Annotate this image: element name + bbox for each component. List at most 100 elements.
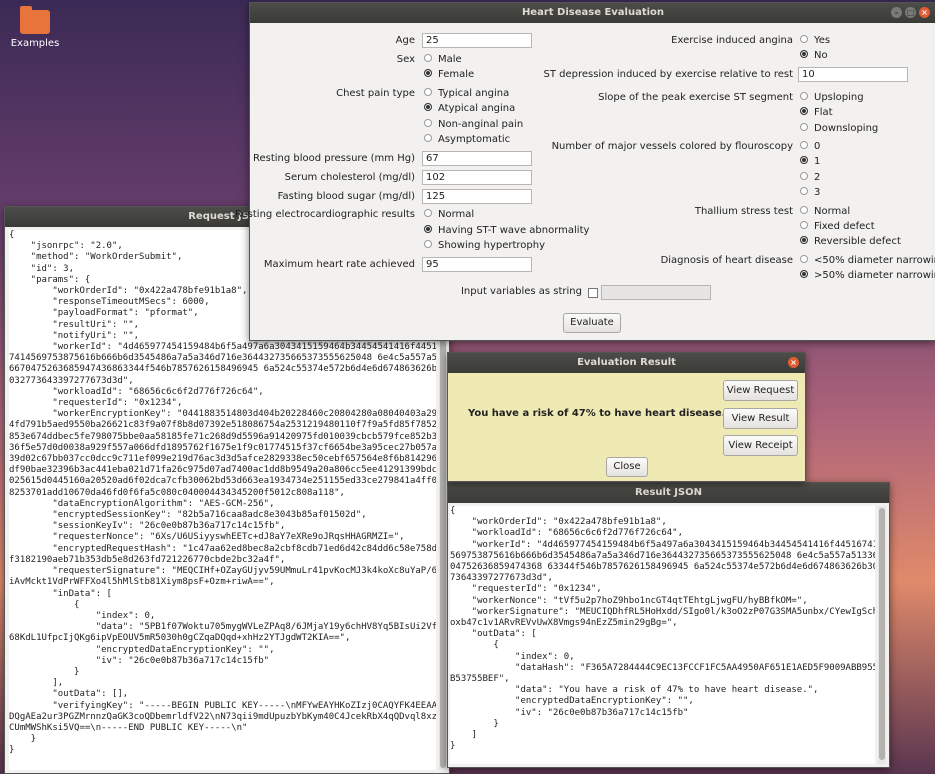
- risk-message: You have a risk of 47% to have heart dis…: [468, 408, 726, 419]
- radio-icon: [424, 88, 432, 96]
- view-result-button[interactable]: View Result: [723, 408, 798, 429]
- slope-flat-radio[interactable]: Flat: [800, 107, 833, 118]
- radio-icon: [800, 35, 808, 43]
- radio-icon: [800, 172, 808, 180]
- sex-label: Sex: [396, 54, 415, 65]
- thal-reversible-label: Reversible defect: [814, 236, 901, 247]
- ecg-normal-radio[interactable]: Normal: [424, 209, 474, 220]
- vessels-0-label: 0: [814, 141, 821, 152]
- ecg-stt-radio[interactable]: Having ST-T wave abnormality: [424, 225, 589, 236]
- minimize-icon[interactable]: –: [891, 7, 902, 18]
- sex-male-radio[interactable]: Male: [424, 54, 462, 65]
- close-icon[interactable]: ×: [919, 7, 930, 18]
- radio-icon: [424, 240, 432, 248]
- main-titlebar[interactable]: Heart Disease Evaluation – □ ×: [250, 3, 935, 23]
- radio-selected-icon: [800, 236, 808, 244]
- angina-no-label: No: [814, 50, 828, 61]
- vessels-2-label: 2: [814, 172, 821, 183]
- radio-icon: [800, 221, 808, 229]
- angina-yes-radio[interactable]: Yes: [800, 35, 830, 46]
- sex-male-label: Male: [438, 54, 462, 65]
- input-string-field[interactable]: [601, 285, 711, 300]
- chest-asymptomatic-label: Asymptomatic: [438, 134, 511, 145]
- chest-nonanginal-radio[interactable]: Non-anginal pain: [424, 119, 523, 130]
- heart-rate-field[interactable]: 95: [422, 257, 532, 272]
- radio-icon: [800, 187, 808, 195]
- radio-selected-icon: [424, 103, 432, 111]
- age-field[interactable]: 25: [422, 33, 532, 48]
- vessels-2-radio[interactable]: 2: [800, 172, 820, 183]
- radio-icon: [424, 209, 432, 217]
- vessels-0-radio[interactable]: 0: [800, 141, 820, 152]
- radio-selected-icon: [424, 69, 432, 77]
- thal-normal-radio[interactable]: Normal: [800, 206, 850, 217]
- diag-gt50-label: >50% diameter narrowing: [814, 270, 935, 281]
- st-depression-field[interactable]: 10: [798, 67, 908, 82]
- chest-asymptomatic-radio[interactable]: Asymptomatic: [424, 134, 510, 145]
- diag-lt50-radio[interactable]: <50% diameter narrowing: [800, 255, 935, 266]
- radio-selected-icon: [800, 156, 808, 164]
- ecg-hypertrophy-radio[interactable]: Showing hypertrophy: [424, 240, 545, 251]
- result-scroll-thumb[interactable]: [879, 508, 885, 760]
- angina-no-radio[interactable]: No: [800, 50, 828, 61]
- chest-atypical-label: Atypical angina: [438, 103, 516, 114]
- eval-titlebar[interactable]: Evaluation Result ×: [448, 353, 805, 373]
- sex-female-radio[interactable]: Female: [424, 69, 474, 80]
- vessels-3-radio[interactable]: 3: [800, 187, 820, 198]
- view-request-button[interactable]: View Request: [723, 380, 798, 401]
- radio-icon: [424, 119, 432, 127]
- radio-selected-icon: [800, 50, 808, 58]
- thal-normal-label: Normal: [814, 206, 851, 217]
- thal-fixed-radio[interactable]: Fixed defect: [800, 221, 875, 232]
- main-title: Heart Disease Evaluation: [521, 7, 665, 18]
- folder-icon: [20, 6, 50, 34]
- examples-folder[interactable]: Examples: [10, 6, 60, 49]
- radio-icon: [800, 255, 808, 263]
- close-icon[interactable]: ×: [788, 357, 799, 368]
- radio-icon: [800, 141, 808, 149]
- radio-selected-icon: [800, 107, 808, 115]
- radio-icon: [800, 123, 808, 131]
- chest-typical-radio[interactable]: Typical angina: [424, 88, 509, 99]
- slope-down-radio[interactable]: Downsloping: [800, 123, 878, 134]
- result-title: Result JSON: [634, 487, 703, 498]
- bp-field[interactable]: 67: [422, 151, 532, 166]
- cholesterol-label: Serum cholesterol (mg/dl): [284, 172, 415, 183]
- vessels-1-label: 1: [814, 156, 821, 167]
- ecg-normal-label: Normal: [438, 209, 475, 220]
- heart-disease-window: Heart Disease Evaluation – □ × Age 25 Se…: [235, 2, 935, 341]
- thal-fixed-label: Fixed defect: [814, 221, 875, 232]
- chest-atypical-radio[interactable]: Atypical angina: [424, 103, 515, 114]
- bp-label: Resting blood pressure (mm Hg): [252, 153, 415, 164]
- vessels-label: Number of major vessels colored by flour…: [551, 141, 793, 152]
- input-string-checkbox[interactable]: [588, 288, 598, 298]
- examples-label: Examples: [10, 38, 60, 49]
- diag-lt50-label: <50% diameter narrowing: [814, 255, 935, 266]
- result-scrollbar[interactable]: [878, 506, 886, 764]
- sugar-field[interactable]: 125: [422, 189, 532, 204]
- ecg-stt-label: Having ST-T wave abnormality: [438, 225, 590, 236]
- cholesterol-field[interactable]: 102: [422, 170, 532, 185]
- thal-reversible-radio[interactable]: Reversible defect: [800, 236, 901, 247]
- result-titlebar[interactable]: Result JSON: [448, 483, 889, 503]
- slope-up-radio[interactable]: Upsloping: [800, 92, 864, 103]
- angina-label: Exercise induced angina: [671, 35, 793, 46]
- chest-pain-label: Chest pain type: [336, 88, 415, 99]
- radio-selected-icon: [424, 225, 432, 233]
- evaluate-button[interactable]: Evaluate: [563, 313, 621, 333]
- maximize-icon[interactable]: □: [905, 7, 916, 18]
- result-json-window: Result JSON { "workOrderId": "0x422a478b…: [447, 482, 890, 768]
- radio-selected-icon: [800, 270, 808, 278]
- sex-female-label: Female: [438, 69, 475, 80]
- chest-typical-label: Typical angina: [438, 88, 510, 99]
- view-receipt-button[interactable]: View Receipt: [723, 435, 798, 456]
- thallium-label: Thallium stress test: [694, 206, 793, 217]
- eval-title: Evaluation Result: [577, 357, 676, 368]
- angina-yes-label: Yes: [814, 35, 831, 46]
- radio-icon: [424, 134, 432, 142]
- result-json-text[interactable]: { "workOrderId": "0x422a478bfe91b1a8", "…: [450, 506, 875, 764]
- diag-gt50-radio[interactable]: >50% diameter narrowing: [800, 270, 935, 281]
- close-button[interactable]: Close: [606, 457, 648, 477]
- vessels-1-radio[interactable]: 1: [800, 156, 820, 167]
- chest-nonanginal-label: Non-anginal pain: [438, 119, 524, 130]
